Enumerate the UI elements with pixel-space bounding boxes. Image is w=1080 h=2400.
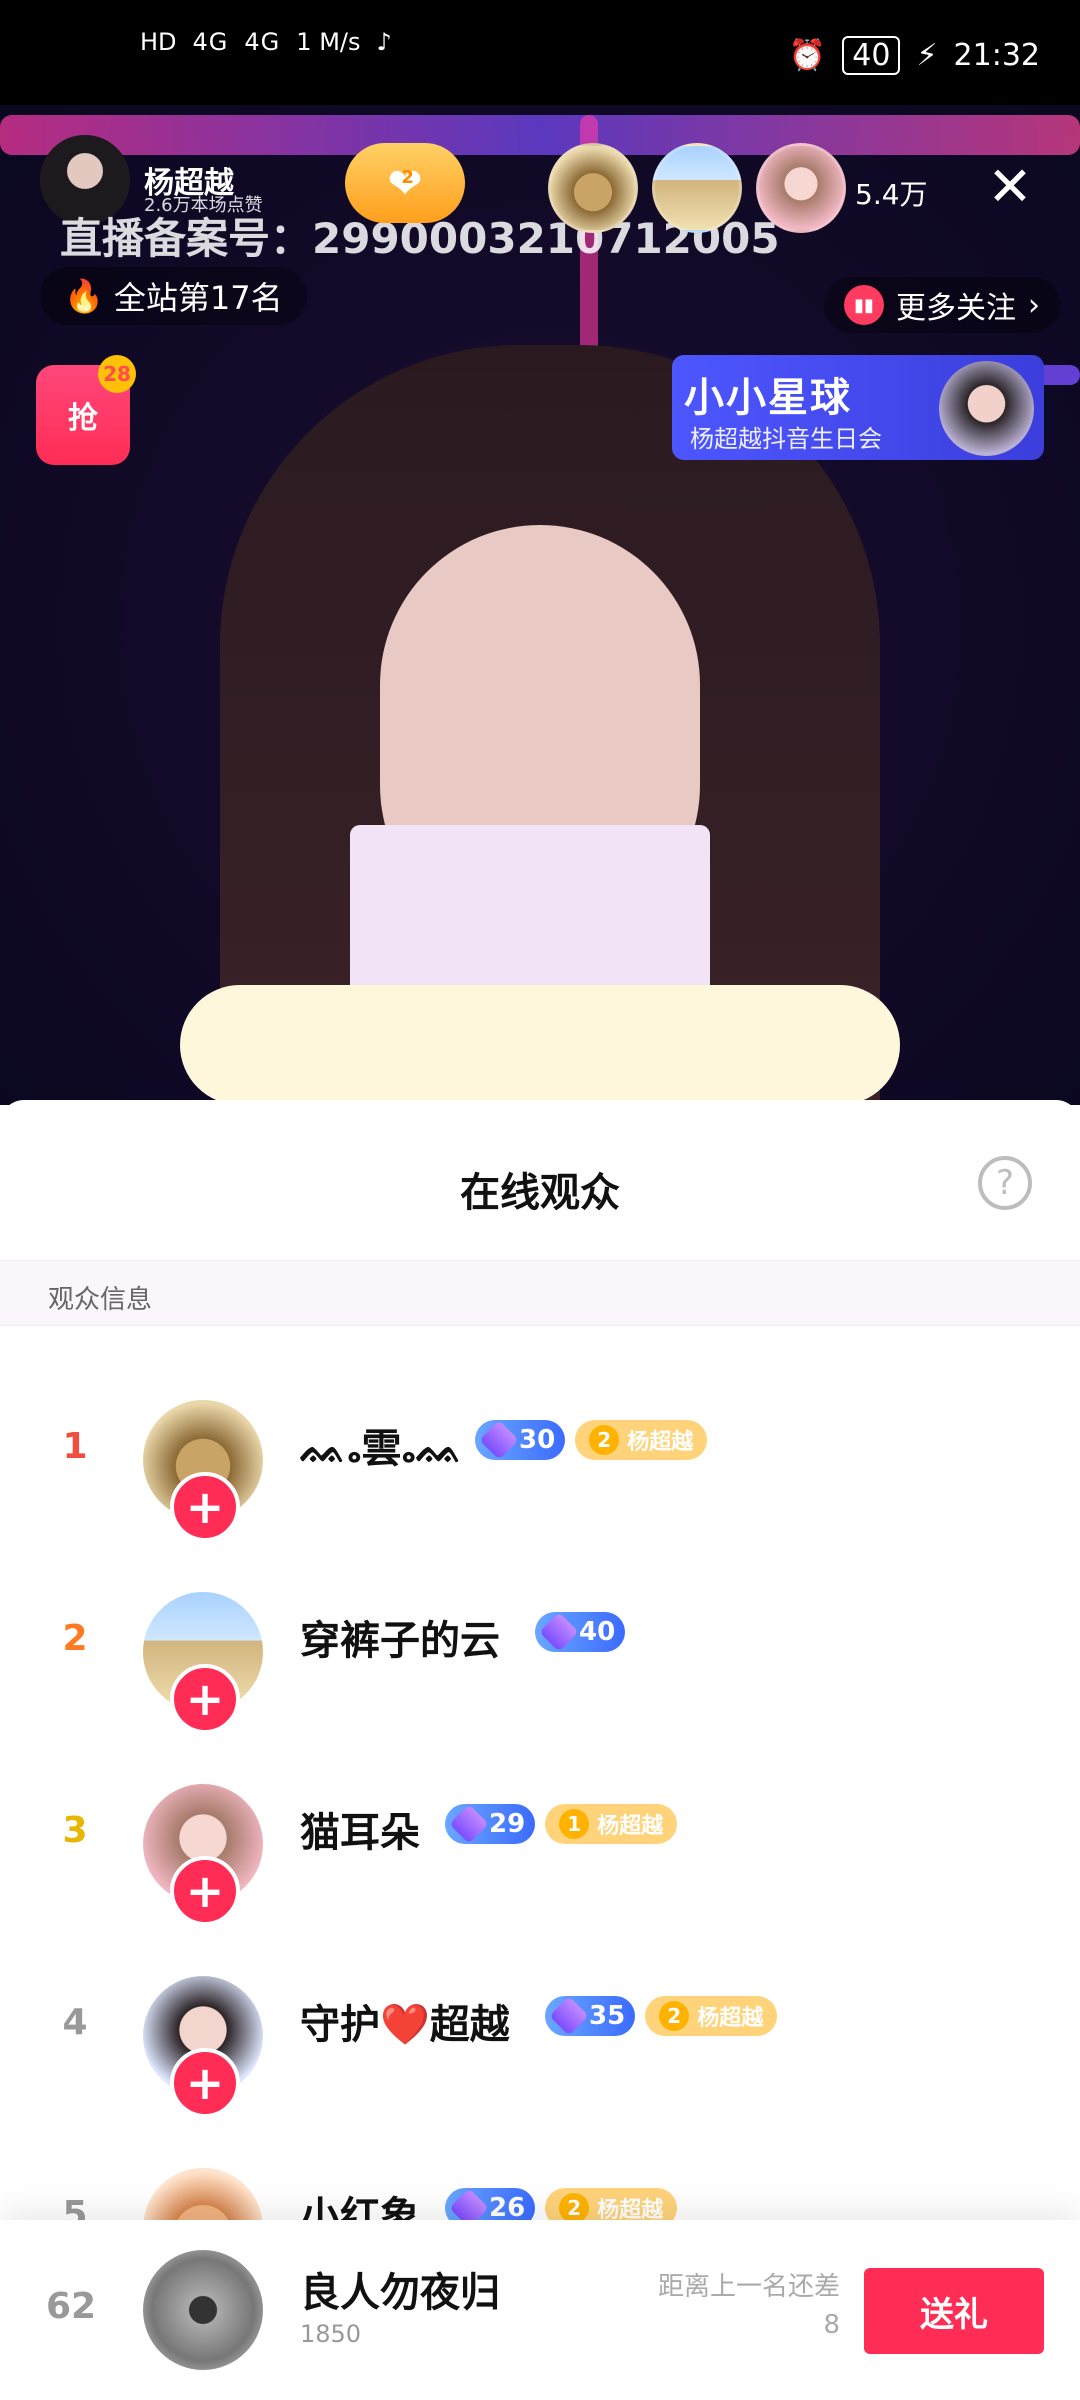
fan-badge: 2 杨超越 (575, 1420, 708, 1460)
level-badge: 30 (475, 1420, 566, 1460)
follow-button[interactable]: + (170, 1856, 240, 1926)
more-follow-label: 更多关注 (896, 291, 1016, 326)
redpacket-button[interactable]: 抢 28 (36, 355, 136, 465)
table-row[interactable]: 1 + ᨐ૰雲૰ᨐ 30 2 杨超越 (0, 1360, 1080, 1552)
my-avatar[interactable] (143, 2250, 263, 2370)
my-rank-bar: 62 良人勿夜归 1850 距离上一名还差 8 送礼 (0, 2220, 1080, 2400)
network-4g-2: 4G (244, 28, 281, 56)
row-rank: 4 (62, 2002, 88, 2043)
row-badges: 35 2 杨超越 (545, 1996, 778, 2036)
fan-level: 1 (559, 1809, 590, 1839)
fan-club-name: 杨超越 (697, 2006, 764, 2031)
level-value: 35 (589, 2001, 626, 2031)
top-viewers[interactable] (548, 143, 846, 233)
heart-icon: ❤ 2 (387, 158, 423, 208)
fan-club-heart-button[interactable]: ❤ 2 (345, 143, 465, 223)
section-label: 观众信息 (48, 1285, 153, 1315)
network-4g-1: 4G (192, 28, 229, 56)
send-gift-button[interactable]: 送礼 (864, 2268, 1044, 2354)
close-icon[interactable]: ✕ (985, 155, 1035, 218)
gap-value: 8 (823, 2310, 840, 2340)
gem-icon (539, 1612, 579, 1652)
level-value: 26 (489, 2193, 526, 2223)
row-badges: 30 2 杨超越 (475, 1420, 708, 1460)
my-score: 1850 (300, 2320, 362, 2348)
promo-banner[interactable]: 小小星球 杨超越抖音生日会 (672, 355, 1044, 460)
fan-club-name: 杨超越 (627, 1430, 694, 1455)
section-bar: 观众信息 (0, 1260, 1080, 1326)
alarm-icon: ⏰ (788, 38, 827, 73)
help-icon[interactable]: ? (978, 1156, 1032, 1210)
promo-photo (939, 361, 1034, 456)
fan-level: 2 (401, 166, 414, 188)
speed: 1 M/s (296, 28, 360, 56)
follow-button[interactable]: + (170, 1472, 240, 1542)
gem-icon (549, 1996, 589, 2036)
row-rank: 3 (62, 1810, 88, 1851)
level-badge: 35 (545, 1996, 636, 2036)
panel-title: 在线观众 (460, 1170, 620, 1216)
promo-subtitle: 杨超越抖音生日会 (690, 425, 882, 453)
level-value: 30 (519, 1425, 556, 1455)
speed-unit: M/s (319, 28, 361, 56)
level-value: 40 (579, 1617, 616, 1647)
more-follow-pill[interactable]: ▮▮ 更多关注 › (824, 277, 1060, 333)
table-row[interactable]: 3 + 猫耳朵 29 1 杨超越 (0, 1744, 1080, 1936)
chevron-right-icon: › (1028, 287, 1040, 323)
speed-value: 1 (296, 28, 312, 56)
fan-badge: 1 杨超越 (545, 1804, 678, 1844)
gem-icon (449, 1804, 489, 1844)
row-rank: 1 (62, 1426, 88, 1467)
status-bar: HD 4G 4G 1 M/s ♪ ⏰ 40 ⚡ 21:32 (0, 0, 1080, 105)
battery-icon: 40 (842, 36, 901, 75)
row-name[interactable]: 守护❤️超越 (300, 1992, 510, 2050)
level-value: 29 (489, 1809, 526, 1839)
table-row[interactable]: 2 + 穿裤子的云 40 (0, 1552, 1080, 1744)
row-badges: 29 1 杨超越 (445, 1804, 678, 1844)
my-rank: 62 (46, 2286, 97, 2327)
chart-icon: ▮▮ (844, 285, 884, 325)
gap-to-prev: 距离上一名还差 8 (610, 2268, 840, 2344)
rank-pill[interactable]: 🔥 全站第17名 (40, 267, 307, 325)
gap-text: 距离上一名还差 (657, 2272, 840, 2302)
viewer-avatar[interactable] (548, 143, 638, 233)
viewer-count[interactable]: 5.4万 (855, 173, 928, 213)
redpacket-badge: 28 (98, 355, 136, 393)
viewer-avatar[interactable] (756, 143, 846, 233)
promo-title: 小小星球 (684, 375, 852, 421)
row-name[interactable]: 猫耳朵 (300, 1800, 420, 1858)
follow-button[interactable]: + (170, 1664, 240, 1734)
fire-icon: 🔥 (64, 277, 104, 315)
audience-list: 1 + ᨐ૰雲૰ᨐ 30 2 杨超越 2 + 穿裤子的云 40 3 + 猫耳朵 … (0, 1360, 1080, 2320)
rank-text: 全站第17名 (113, 279, 283, 317)
cloud-decoration (180, 985, 900, 1105)
viewer-avatar[interactable] (652, 143, 742, 233)
redpacket-label: 抢 (68, 401, 98, 436)
row-rank: 2 (62, 1618, 88, 1659)
row-name[interactable]: ᨐ૰雲૰ᨐ (300, 1416, 463, 1474)
follow-button[interactable]: + (170, 2048, 240, 2118)
row-badges: 40 (535, 1612, 626, 1652)
fan-level: 2 (589, 1425, 620, 1455)
hd-1: HD (140, 28, 177, 56)
star-icon (479, 1420, 519, 1460)
fan-badge: 2 杨超越 (645, 1996, 778, 2036)
live-overlay: 杨超越 2.6万本场点赞 直播备案号：2990003210712005 ❤ 2 … (0, 105, 1080, 465)
fan-level: 2 (559, 2193, 590, 2223)
tiktok-icon: ♪ (376, 28, 392, 56)
row-name[interactable]: 穿裤子的云 (300, 1608, 500, 1666)
fan-club-name: 杨超越 (597, 1814, 664, 1839)
table-row[interactable]: 4 + 守护❤️超越 35 2 杨超越 (0, 1936, 1080, 2128)
my-name: 良人勿夜归 (300, 2270, 500, 2316)
clock: 21:32 (953, 38, 1040, 73)
online-audience-panel: 在线观众 ? 观众信息 1 + ᨐ૰雲૰ᨐ 30 2 杨超越 2 + 穿裤子的云… (0, 1100, 1080, 2400)
fan-level: 2 (659, 2001, 690, 2031)
battery-value: 40 (852, 38, 891, 73)
level-badge: 40 (535, 1612, 626, 1652)
charging-icon: ⚡ (916, 38, 938, 73)
level-badge: 29 (445, 1804, 536, 1844)
